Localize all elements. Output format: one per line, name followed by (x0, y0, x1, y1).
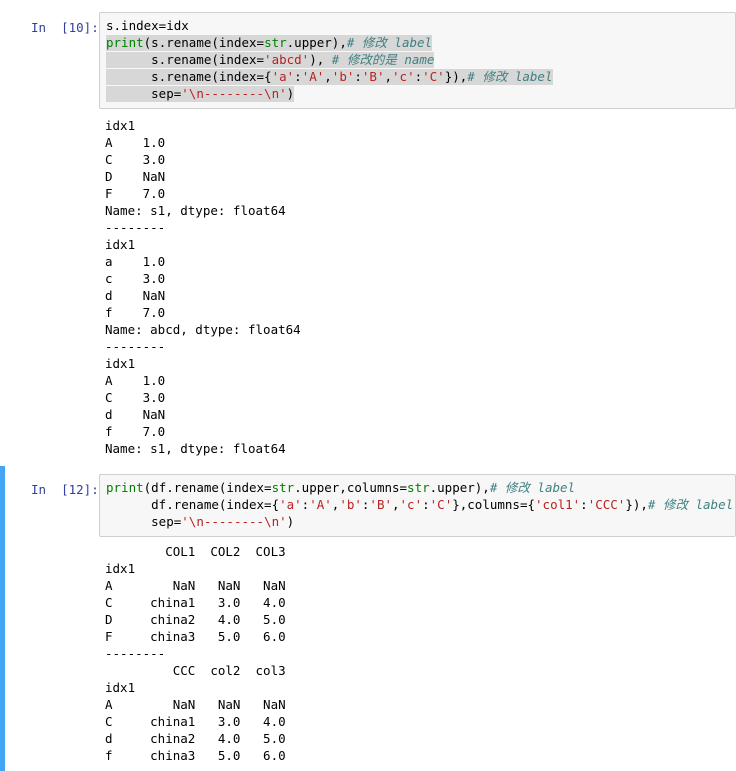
code-token: df.rename(index={ (106, 497, 280, 512)
output-line: -------- (105, 646, 166, 661)
code-token: .upper), (286, 35, 347, 50)
code-token: (s.rename(index= (143, 35, 265, 50)
code-token: 'B' (369, 497, 392, 512)
code-token: .upper,columns= (294, 480, 408, 495)
code-token: 'b' (331, 69, 355, 84)
code-line: s.rename(index='abcd'), # 修改的是 name (106, 52, 435, 68)
code-cell-12[interactable]: In [12]: print(df.rename(index=str.upper… (0, 466, 736, 771)
output-line: f china3 5.0 6.0 (105, 748, 286, 763)
output-line: C 3.0 (105, 152, 166, 167)
output-line: idx1 (105, 356, 136, 371)
code-token: ), (309, 52, 332, 67)
output-line: D china2 4.0 5.0 (105, 612, 286, 627)
code-token: s.rename(index={ (106, 69, 272, 84)
output-line: d NaN (105, 407, 166, 422)
code-token: print (106, 35, 144, 50)
code-token: # 修改 label (346, 35, 433, 50)
output-line: idx1 (105, 237, 136, 252)
output-line: d china2 4.0 5.0 (105, 731, 286, 746)
output-line: a 1.0 (105, 254, 166, 269)
code-token: ) (286, 514, 295, 529)
code-input-area[interactable]: print(df.rename(index=str.upper,columns=… (99, 474, 736, 537)
output-line: D NaN (105, 169, 166, 184)
code-token: 'A' (301, 69, 325, 84)
code-token: 'a' (279, 497, 302, 512)
output-line: Name: s1, dtype: float64 (105, 203, 286, 218)
output-line: COL1 COL2 COL3 (105, 544, 286, 559)
code-token: 'CCC' (587, 497, 626, 512)
output-line: idx1 (105, 561, 136, 576)
input-prompt: In [12]: (31, 482, 99, 497)
code-token: : (414, 69, 423, 84)
code-token: s.rename(index= (106, 52, 265, 67)
output-line: c 3.0 (105, 271, 166, 286)
code-token: sep= (106, 514, 182, 529)
code-token: ) (286, 86, 295, 101)
code-input-area[interactable]: s.index=idx print(s.rename(index=str.uppe… (99, 12, 736, 109)
code-line: sep='\n--------\n') (106, 514, 294, 530)
output-line: Name: abcd, dtype: float64 (105, 322, 301, 337)
code-token: 'B' (361, 69, 385, 84)
code-token: 'c' (392, 69, 415, 84)
output-line: idx1 (105, 680, 136, 695)
code-token: : (580, 497, 588, 512)
code-token: # 修改 label (467, 69, 553, 84)
code-line: print(df.rename(index=str.upper,columns=… (106, 480, 575, 496)
code-token: print (106, 480, 144, 495)
output-line: -------- (105, 220, 166, 235)
input-prompt: In [10]: (31, 20, 99, 35)
output-line: d NaN (105, 288, 166, 303)
output-line: F 7.0 (105, 186, 166, 201)
code-token: sep= (106, 86, 182, 101)
code-token: 'a' (271, 69, 295, 84)
output-line: C 3.0 (105, 390, 166, 405)
output-line: A NaN NaN NaN (105, 697, 286, 712)
code-token: , (384, 69, 393, 84)
code-token: str (271, 480, 295, 495)
code-token: # 修改的是 name (331, 52, 435, 67)
code-token: '\n--------\n' (181, 86, 287, 101)
output-line: A 1.0 (105, 135, 166, 150)
output-line: idx1 (105, 118, 136, 133)
code-token: str (264, 35, 287, 50)
output-line: C china1 3.0 4.0 (105, 714, 286, 729)
code-token: : (294, 69, 302, 84)
code-line: s.index=idx (106, 18, 189, 34)
output-line: C china1 3.0 4.0 (105, 595, 286, 610)
output-line: -------- (105, 339, 166, 354)
code-token: # 修改 label (489, 480, 576, 495)
code-line: sep='\n--------\n') (106, 86, 295, 102)
code-token: 'C' (429, 497, 453, 512)
output-line: f 7.0 (105, 305, 166, 320)
output-line: CCC col2 col3 (105, 663, 286, 678)
code-token: }), (444, 69, 468, 84)
code-token: str (407, 480, 430, 495)
code-line: s.rename(index={'a':'A','b':'B','c':'C'}… (106, 69, 553, 85)
code-token: (df.rename(index= (143, 480, 272, 495)
output-line: F china3 5.0 6.0 (105, 629, 286, 644)
code-token: # 修改 label (647, 497, 734, 512)
code-cell-10[interactable]: In [10]: s.index=idx print(s.rename(index… (0, 0, 736, 462)
code-token: : (422, 497, 430, 512)
code-token: , (392, 497, 400, 512)
output-line: A 1.0 (105, 373, 166, 388)
code-token: .upper), (429, 480, 490, 495)
code-token: 'c' (399, 497, 423, 512)
code-token: s.index=idx (106, 18, 189, 33)
code-token: 'C' (422, 69, 445, 84)
code-token: 'col1' (535, 497, 581, 512)
output-line: A NaN NaN NaN (105, 578, 286, 593)
output-line: Name: s1, dtype: float64 (105, 441, 286, 456)
output-line: f 7.0 (105, 424, 166, 439)
code-token: '\n--------\n' (181, 514, 287, 529)
code-token: , (324, 69, 332, 84)
code-token: 'A' (309, 497, 332, 512)
code-line: print(s.rename(index=str.upper),# 修改 lab… (106, 35, 433, 51)
code-token: 'b' (339, 497, 362, 512)
code-line: df.rename(index={'a':'A','b':'B','c':'C'… (106, 497, 733, 513)
code-token: : (354, 69, 362, 84)
code-token: }), (625, 497, 648, 512)
code-token: 'abcd' (264, 52, 310, 67)
code-token: },columns={ (452, 497, 536, 512)
